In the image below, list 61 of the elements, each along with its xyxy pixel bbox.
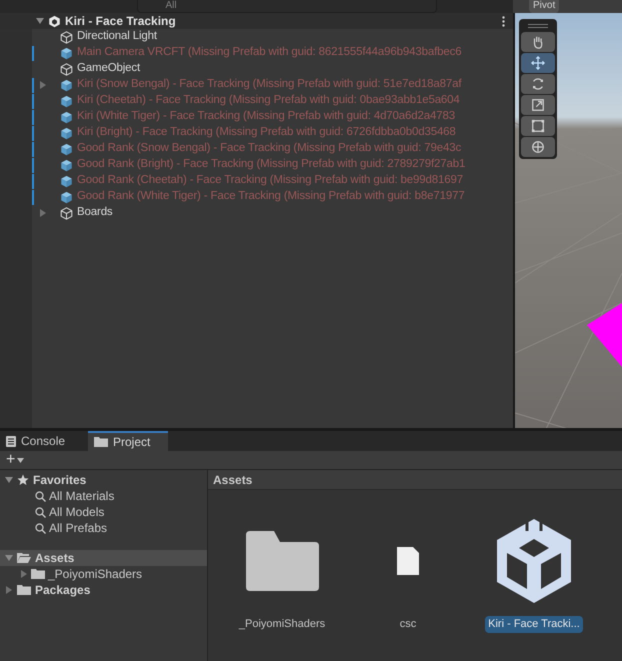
assets-header: Assets bbox=[208, 470, 622, 490]
rect-tool-icon bbox=[531, 119, 545, 133]
search-icon bbox=[35, 490, 46, 502]
panel-tab[interactable]: Project bbox=[88, 431, 168, 451]
folder-icon bbox=[94, 436, 108, 448]
more-options-icon[interactable] bbox=[502, 16, 505, 26]
transform-icon bbox=[531, 140, 545, 154]
cube-icon bbox=[60, 94, 73, 108]
folder-icon bbox=[17, 584, 31, 596]
search-icon bbox=[35, 506, 46, 518]
star-icon bbox=[17, 474, 29, 486]
tree-item[interactable]: Packages bbox=[0, 582, 207, 598]
cube-icon bbox=[60, 142, 73, 156]
rotate-icon bbox=[531, 77, 545, 91]
move-arrows-icon bbox=[531, 56, 545, 70]
cube-logo-icon bbox=[497, 519, 571, 603]
tool-button[interactable] bbox=[521, 95, 555, 115]
hierarchy-item[interactable]: GameObject bbox=[77, 60, 140, 78]
search-icon bbox=[35, 522, 46, 534]
expand-arrow-icon[interactable] bbox=[36, 17, 44, 25]
cube-icon bbox=[60, 174, 73, 188]
pivot-button[interactable]: Pivot bbox=[529, 0, 560, 13]
list-icon bbox=[6, 436, 16, 446]
tool-button[interactable] bbox=[521, 74, 555, 94]
tree-item[interactable]: All Models bbox=[0, 504, 207, 520]
file-icon bbox=[397, 547, 419, 575]
cube-icon bbox=[60, 46, 73, 60]
tree-item[interactable]: All Prefabs bbox=[0, 520, 207, 536]
asset-label[interactable]: Kiri - Face Tracki... bbox=[485, 616, 583, 632]
plane-mesh bbox=[587, 303, 622, 367]
hierarchy-item[interactable]: Directional Light bbox=[77, 28, 157, 46]
caret-icon bbox=[17, 458, 24, 462]
cube-icon bbox=[60, 158, 73, 172]
scene-view[interactable] bbox=[515, 13, 622, 428]
tool-button[interactable] bbox=[521, 137, 555, 157]
folder-icon bbox=[246, 531, 318, 591]
folder-icon bbox=[17, 552, 31, 564]
expand-arrow-icon[interactable] bbox=[5, 476, 13, 484]
add-button[interactable]: + bbox=[6, 452, 24, 468]
asset-label[interactable]: _PoiyomiShaders bbox=[236, 616, 328, 632]
cube-outline-icon bbox=[60, 206, 73, 220]
tree-item[interactable]: All Materials bbox=[0, 488, 207, 504]
cube-outline-icon bbox=[60, 62, 73, 76]
cube-icon bbox=[60, 126, 73, 140]
tool-button[interactable] bbox=[521, 53, 555, 73]
cube-icon bbox=[60, 78, 73, 92]
tree-item[interactable]: Assets bbox=[0, 550, 207, 566]
tree-item[interactable]: Favorites bbox=[0, 472, 207, 488]
cube-outline-icon bbox=[60, 30, 73, 44]
cube-icon bbox=[60, 110, 73, 124]
tree-item[interactable]: _PoiyomiShaders bbox=[0, 566, 207, 582]
asset-label[interactable]: csc bbox=[396, 616, 420, 632]
hierarchy-item[interactable]: Boards bbox=[77, 204, 113, 222]
tool-button[interactable] bbox=[521, 32, 555, 52]
hand-icon bbox=[531, 35, 545, 49]
scene-title: Kiri - Face Tracking bbox=[65, 13, 176, 30]
cube-icon bbox=[60, 190, 73, 204]
tool-button[interactable] bbox=[521, 116, 555, 136]
scale-icon bbox=[531, 98, 545, 112]
folder-icon bbox=[31, 568, 45, 580]
search-field[interactable]: All bbox=[136, 0, 436, 13]
